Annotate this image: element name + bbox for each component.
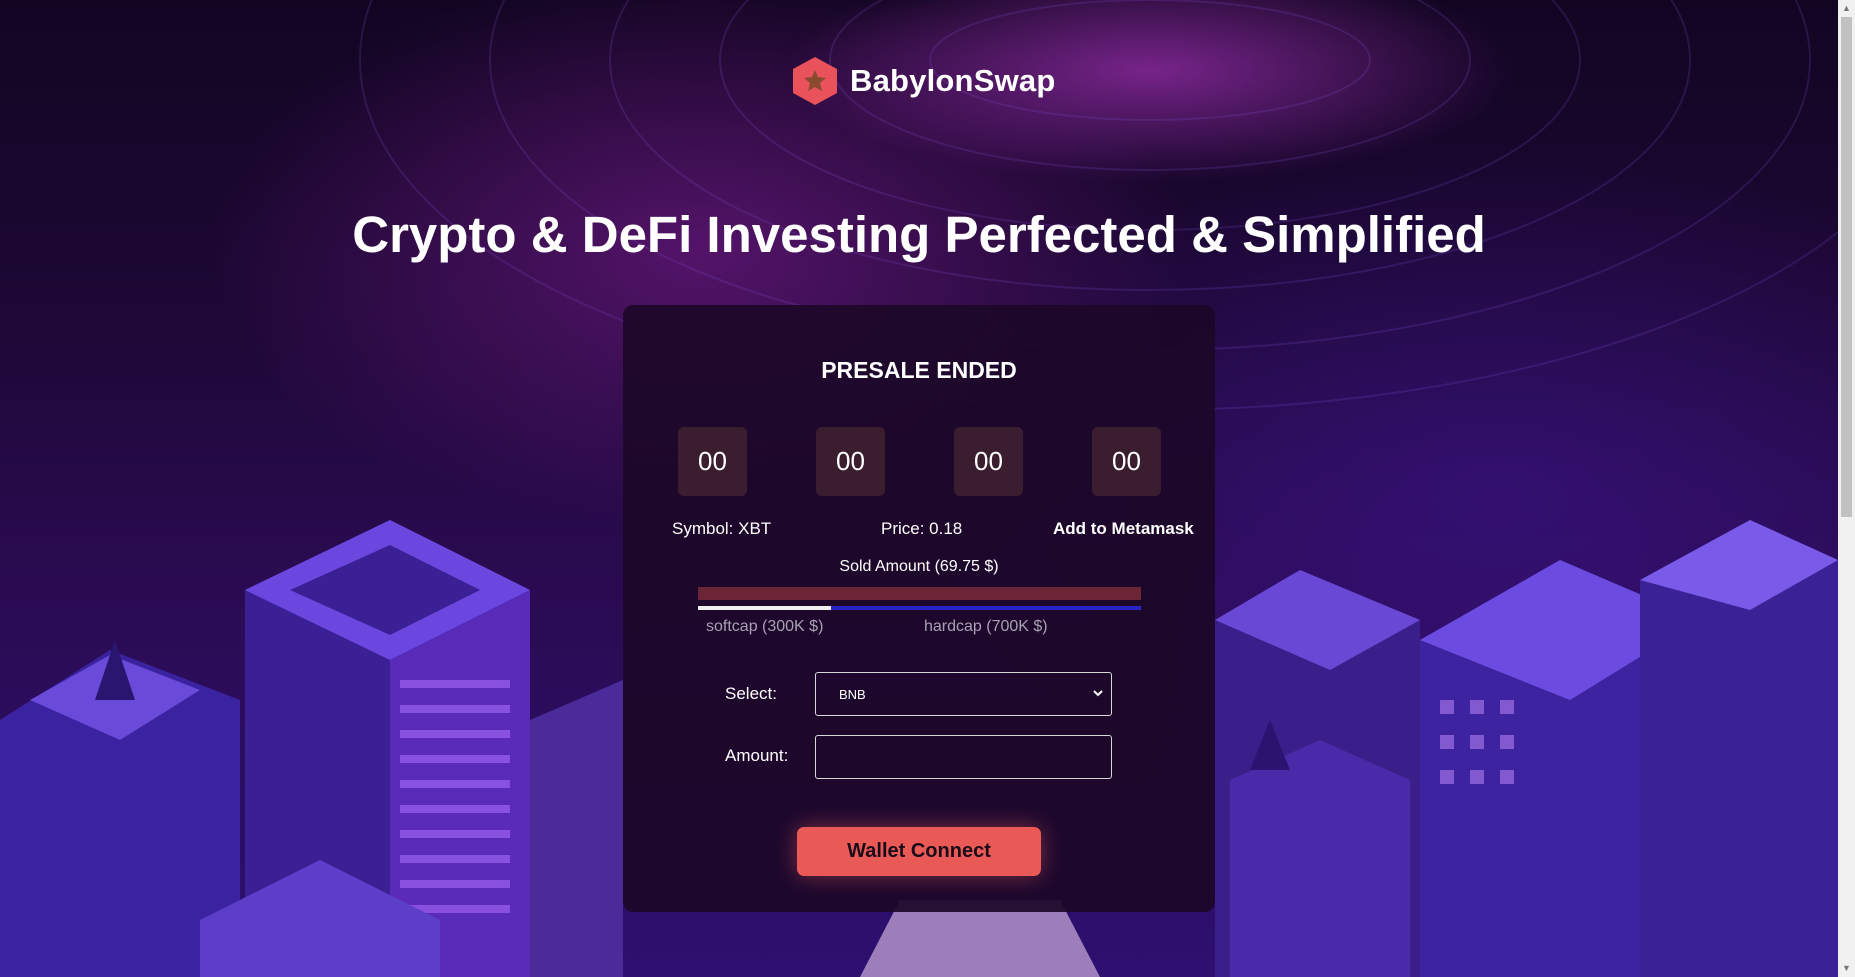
- sale-progress: [698, 587, 1141, 610]
- cap-progress-line: [698, 606, 1141, 610]
- wallet-connect-button[interactable]: Wallet Connect: [797, 827, 1041, 876]
- softcap-label: softcap (300K $): [706, 618, 824, 635]
- currency-select[interactable]: BNB: [815, 672, 1112, 716]
- presale-card: PRESALE ENDED 00 00 00 00 Symbol: XBT Pr…: [623, 305, 1215, 912]
- progress-track: [698, 587, 1141, 600]
- token-symbol: Symbol: XBT: [672, 519, 772, 538]
- hardcap-label: hardcap (700K $): [924, 618, 1048, 635]
- scrollbar-thumb[interactable]: [1841, 17, 1852, 517]
- brand-name: BabylonSwap: [850, 63, 1056, 98]
- page-headline: Crypto & DeFi Investing Perfected & Simp…: [352, 206, 1486, 263]
- brand-logo[interactable]: BabylonSwap: [792, 56, 1055, 106]
- add-to-metamask-link[interactable]: Add to Metamask: [1053, 519, 1194, 539]
- sold-amount: Sold Amount (69.75 $): [839, 558, 999, 575]
- amount-label: Amount:: [725, 746, 789, 765]
- cap-progress-fill: [698, 606, 831, 610]
- currency-select-value: BNB: [839, 686, 866, 702]
- select-label: Select:: [725, 684, 777, 703]
- scroll-down-arrow-icon[interactable]: ▼: [1838, 960, 1855, 977]
- hexagon-star-logo-icon: [792, 56, 838, 106]
- scroll-up-arrow-icon[interactable]: ▲: [1838, 0, 1855, 17]
- chevron-down-icon: [1093, 690, 1103, 697]
- countdown-timer: 00 00 00 00: [678, 427, 1161, 496]
- amount-input[interactable]: [815, 735, 1112, 779]
- token-price: Price: 0.18: [881, 519, 963, 538]
- countdown-minutes: 00: [954, 427, 1023, 496]
- countdown-hours: 00: [816, 427, 885, 496]
- page-scrollbar[interactable]: ▲ ▼: [1838, 0, 1855, 977]
- presale-status: PRESALE ENDED: [821, 357, 1017, 383]
- countdown-seconds: 00: [1092, 427, 1161, 496]
- countdown-days: 00: [678, 427, 747, 496]
